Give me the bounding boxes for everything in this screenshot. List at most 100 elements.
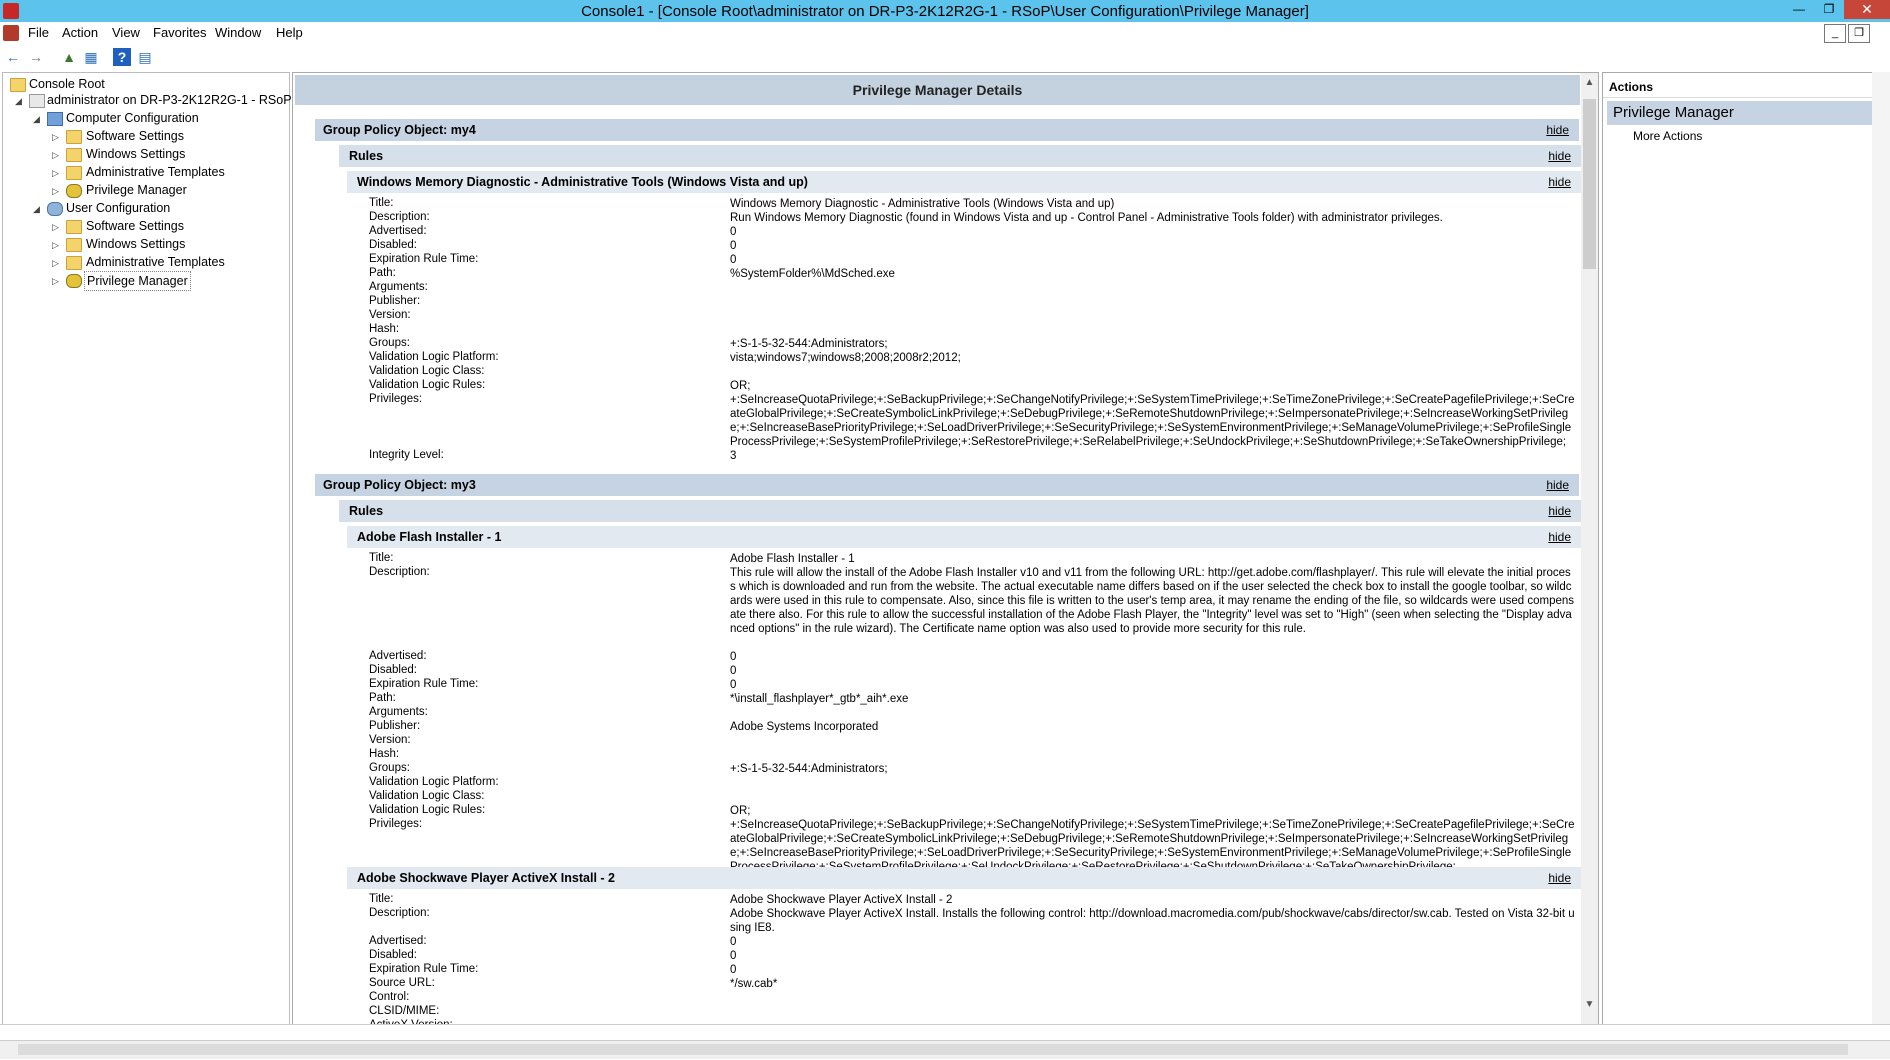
field-value: +:SeIncreaseQuotaPrivilege;+:SeBackupPri… bbox=[730, 819, 1575, 873]
more-actions-link[interactable]: More Actions bbox=[1633, 129, 1702, 143]
forward-arrow-icon[interactable]: → bbox=[27, 48, 45, 66]
field-label: Validation Logic Rules: bbox=[369, 804, 486, 816]
field-label: Privileges: bbox=[369, 393, 423, 405]
field-label: Control: bbox=[369, 991, 410, 1003]
restore-button[interactable]: ❐ bbox=[1814, 0, 1844, 19]
field-label: Arguments: bbox=[369, 281, 428, 293]
field-value: OR; bbox=[730, 380, 751, 392]
collapse-arrow-icon[interactable]: ◢ bbox=[15, 96, 22, 107]
tree-node-computer-windows-settings[interactable]: Windows Settings bbox=[86, 145, 185, 163]
field-value: Run Windows Memory Diagnostic (found in … bbox=[730, 212, 1443, 224]
hide-link[interactable]: hide bbox=[1548, 171, 1571, 193]
folder-icon bbox=[66, 220, 82, 234]
field-value: 0 bbox=[730, 936, 737, 948]
field-label: Validation Logic Platform: bbox=[369, 351, 499, 363]
field-label: Validation Logic Class: bbox=[369, 365, 485, 377]
details-header: Privilege Manager Details bbox=[295, 75, 1580, 105]
close-button[interactable]: ✕ bbox=[1844, 0, 1890, 19]
tree-node-user-privilege-manager[interactable]: Privilege Manager bbox=[84, 271, 191, 291]
expand-arrow-icon[interactable]: ▷ bbox=[52, 276, 59, 287]
expand-arrow-icon[interactable]: ▷ bbox=[52, 132, 59, 143]
rule-title: Windows Memory Diagnostic - Administrati… bbox=[357, 175, 808, 189]
field-label: Validation Logic Platform: bbox=[369, 776, 499, 788]
field-label: Source URL: bbox=[369, 977, 435, 989]
actions-header: Actions bbox=[1603, 77, 1879, 98]
show-hide-action-pane-icon[interactable]: ▤ bbox=[136, 48, 154, 66]
horizontal-scrollbar[interactable] bbox=[0, 1040, 1890, 1059]
field-value: Adobe Shockwave Player ActiveX Install. … bbox=[730, 908, 1575, 934]
back-arrow-icon[interactable]: ← bbox=[4, 48, 22, 66]
field-value: 0 bbox=[730, 226, 737, 238]
field-label: CLSID/MIME: bbox=[369, 1005, 440, 1017]
mdi-restore-button[interactable]: ❐ bbox=[1848, 24, 1870, 43]
field-label: Version: bbox=[369, 309, 411, 321]
menu-action[interactable]: Action bbox=[62, 25, 98, 40]
field-label: Privileges: bbox=[369, 818, 423, 830]
tree-node-user-windows-settings[interactable]: Windows Settings bbox=[86, 235, 185, 253]
collapse-arrow-icon[interactable]: ◢ bbox=[33, 204, 40, 215]
rules-title: Rules bbox=[349, 149, 384, 163]
hide-link[interactable]: hide bbox=[1548, 867, 1571, 889]
privilege-manager-icon bbox=[66, 274, 82, 288]
folder-icon bbox=[66, 148, 82, 162]
help-icon[interactable]: ? bbox=[113, 48, 131, 66]
field-value: This rule will allow the install of the … bbox=[730, 567, 1575, 635]
expand-arrow-icon[interactable]: ▷ bbox=[52, 222, 59, 233]
tree-node-computer-configuration[interactable]: Computer Configuration bbox=[66, 109, 199, 127]
show-hide-tree-icon[interactable]: ▦ bbox=[82, 48, 100, 66]
users-icon bbox=[47, 202, 63, 216]
field-label: Path: bbox=[369, 267, 396, 279]
vertical-scrollbar[interactable]: ▲ ▼ bbox=[1581, 73, 1598, 1025]
tree-node-computer-privilege-manager[interactable]: Privilege Manager bbox=[86, 181, 187, 199]
expand-arrow-icon[interactable]: ▷ bbox=[52, 150, 59, 161]
hide-link[interactable]: hide bbox=[1546, 119, 1569, 141]
expand-arrow-icon[interactable]: ▷ bbox=[52, 168, 59, 179]
expand-arrow-icon[interactable]: ▷ bbox=[52, 240, 59, 251]
menu-file[interactable]: File bbox=[28, 25, 49, 40]
field-label: Title: bbox=[369, 893, 394, 905]
field-label: Groups: bbox=[369, 337, 410, 349]
gpo-title: Group Policy Object: my3 bbox=[323, 478, 476, 492]
collapse-arrow-icon[interactable]: ◢ bbox=[33, 114, 40, 125]
scroll-thumb[interactable] bbox=[18, 1044, 1848, 1055]
hide-link[interactable]: hide bbox=[1548, 526, 1571, 548]
menu-favorites[interactable]: Favorites bbox=[153, 25, 206, 40]
menu-help[interactable]: Help bbox=[276, 25, 303, 40]
right-edge-scrollbar[interactable] bbox=[1872, 72, 1890, 1024]
field-label: Version: bbox=[369, 734, 411, 746]
rules-header: Rules hide bbox=[339, 145, 1581, 167]
scroll-down-icon[interactable]: ▼ bbox=[1581, 999, 1598, 1017]
tree-node-user-administrative-templates[interactable]: Administrative Templates bbox=[86, 253, 225, 271]
folder-icon bbox=[66, 238, 82, 252]
scroll-up-icon[interactable]: ▲ bbox=[1581, 77, 1598, 95]
field-value: */sw.cab* bbox=[730, 978, 778, 990]
rule-title: Adobe Flash Installer - 1 bbox=[357, 530, 502, 544]
actions-section-privilege-manager[interactable]: Privilege Manager bbox=[1607, 101, 1879, 125]
field-label: Advertised: bbox=[369, 650, 427, 662]
hide-link[interactable]: hide bbox=[1548, 500, 1571, 522]
console-window-icon[interactable] bbox=[3, 25, 19, 41]
tree-node-computer-administrative-templates[interactable]: Administrative Templates bbox=[86, 163, 225, 181]
expand-arrow-icon[interactable]: ▷ bbox=[52, 186, 59, 197]
minimize-button[interactable]: — bbox=[1784, 0, 1814, 19]
expand-arrow-icon[interactable]: ▷ bbox=[52, 258, 59, 269]
menu-window[interactable]: Window bbox=[215, 25, 261, 40]
tree-node-computer-software-settings[interactable]: Software Settings bbox=[86, 127, 184, 145]
mdi-minimize-button[interactable]: _ bbox=[1824, 24, 1846, 43]
field-label: Description: bbox=[369, 907, 430, 919]
hide-link[interactable]: hide bbox=[1548, 145, 1571, 167]
console-tree: Console Root ◢ administrator on DR-P3-2K… bbox=[2, 72, 292, 1026]
up-one-level-icon[interactable]: ▲ bbox=[60, 48, 78, 66]
rules-title: Rules bbox=[349, 504, 384, 518]
tree-node-user-software-settings[interactable]: Software Settings bbox=[86, 217, 184, 235]
field-value: Adobe Systems Incorporated bbox=[730, 721, 879, 733]
rule-title: Adobe Shockwave Player ActiveX Install -… bbox=[357, 871, 615, 885]
hide-link[interactable]: hide bbox=[1546, 474, 1569, 496]
tree-node-user-configuration[interactable]: User Configuration bbox=[66, 199, 170, 217]
mdi-caption-buttons: _ ❐ bbox=[1824, 24, 1870, 43]
tree-node-rsop[interactable]: administrator on DR-P3-2K12R2G-1 - RSoP bbox=[47, 91, 292, 109]
computer-icon bbox=[47, 112, 63, 126]
gpo-header: Group Policy Object: my3 hide bbox=[315, 474, 1579, 496]
scroll-thumb[interactable] bbox=[1583, 99, 1596, 269]
menu-view[interactable]: View bbox=[112, 25, 140, 40]
